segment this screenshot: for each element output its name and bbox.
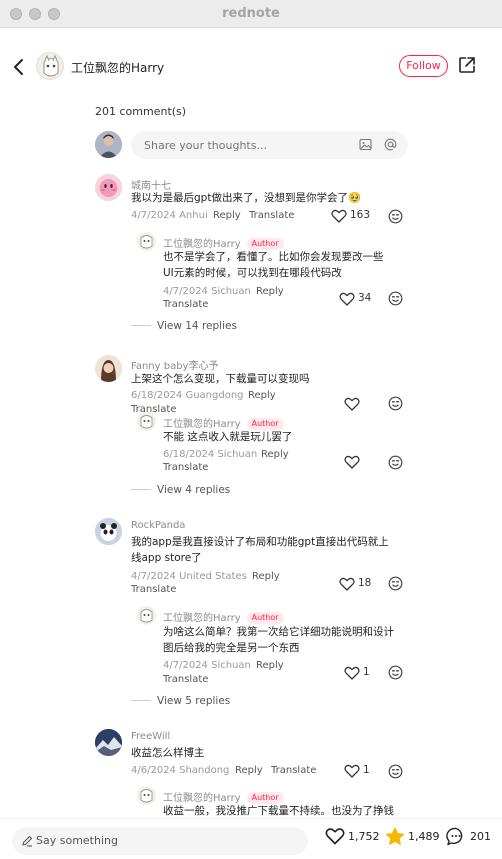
my-avatar	[95, 131, 122, 158]
emoji-react-icon[interactable]	[388, 764, 403, 779]
like-count: 163	[350, 209, 371, 221]
view-replies-link[interactable]: View 4 replies	[131, 484, 230, 496]
commenter-name[interactable]: RockPanda	[131, 520, 185, 531]
reply-author-name[interactable]: 工位飘忽的Harry Author	[163, 415, 284, 430]
follow-button[interactable]: Follow	[399, 55, 448, 77]
reply-button[interactable]: Reply	[261, 449, 289, 460]
heart-icon	[344, 764, 360, 778]
like-count: 34	[358, 292, 372, 304]
reply-text: 为啥这么简单？我第一次给它详细功能说明和设计 图后给我的完全是另一个东西	[163, 626, 394, 654]
emoji-react-icon[interactable]	[388, 576, 403, 591]
back-arrow-icon[interactable]	[12, 58, 26, 76]
emoji-react-icon[interactable]	[388, 665, 403, 680]
bottom-bar: Say something 1,752 1,489 201	[0, 818, 502, 859]
reply-button[interactable]: Reply	[248, 390, 276, 401]
comment-date: 6/18/2024 Guangdong	[131, 390, 244, 401]
heart-icon	[344, 455, 360, 469]
note-favorite-count: 1,489	[408, 830, 440, 843]
window-title: rednote	[222, 6, 280, 21]
reply-button[interactable]: Reply	[235, 765, 263, 776]
commenter-name[interactable]: Fanny baby李心予	[131, 357, 218, 372]
reply-button[interactable]: Reply	[256, 660, 284, 671]
author-name[interactable]: 工位飘忽的Harry	[71, 59, 164, 76]
mention-icon[interactable]	[384, 138, 397, 151]
commenter-avatar[interactable]	[95, 729, 122, 756]
heart-icon	[339, 577, 355, 591]
like-count: 18	[358, 577, 372, 589]
share-icon[interactable]	[458, 56, 476, 74]
window-titlebar: rednote	[0, 0, 502, 28]
heart-icon	[339, 292, 355, 306]
reply-avatar[interactable]	[137, 606, 156, 625]
like-button[interactable]	[344, 396, 360, 412]
note-comment-button[interactable]: 201	[446, 827, 492, 846]
emoji-react-icon[interactable]	[388, 396, 403, 411]
translate-button[interactable]: Translate	[163, 462, 208, 473]
reply-date: 4/7/2024 Sichuan	[163, 660, 251, 671]
heart-icon	[331, 209, 347, 223]
like-button[interactable]	[344, 454, 360, 470]
heart-icon	[344, 397, 360, 411]
like-count: 1	[363, 764, 370, 776]
reply-date: 6/18/2024 Sichuan	[163, 449, 258, 460]
translate-button[interactable]: Translate	[163, 299, 208, 310]
image-icon[interactable]	[359, 138, 372, 151]
star-icon	[385, 827, 405, 845]
reply-button[interactable]: Reply	[256, 286, 284, 297]
emoji-react-icon[interactable]	[388, 455, 403, 470]
comment-date: 4/7/2024 United States	[131, 571, 247, 582]
note-comment-count: 201	[470, 830, 491, 843]
view-replies-link[interactable]: View 14 replies	[131, 320, 237, 332]
commenter-avatar[interactable]	[95, 174, 122, 201]
translate-button[interactable]: Translate	[163, 674, 208, 685]
say-something-label: Say something	[36, 834, 118, 847]
translate-button[interactable]: Translate	[131, 584, 176, 595]
comment-count: 201 comment(s)	[95, 105, 187, 118]
reply-date: 4/7/2024 Sichuan	[163, 286, 251, 297]
reply-button[interactable]: Reply	[213, 210, 241, 221]
comment-bubble-icon	[446, 827, 463, 846]
comment-date: 4/7/2024 Anhui	[131, 210, 208, 221]
heart-icon	[325, 828, 345, 845]
author-avatar[interactable]	[36, 52, 64, 80]
comment-date: 4/6/2024 Shandong	[131, 765, 230, 776]
commenter-avatar[interactable]	[95, 518, 122, 545]
reply-avatar[interactable]	[137, 412, 156, 431]
reply-text: 也不是学会了，看懂了。比如你会发现要改一些 UI元素的时候，可以找到在哪段代码改	[163, 251, 384, 279]
comment-text: 收益怎么样博主	[131, 747, 205, 759]
comment-text: 我的app是我直接设计了布局和功能gpt直接出代码就上 线app store了	[131, 536, 389, 564]
note-header: 工位飘忽的Harry Follow	[0, 28, 502, 108]
view-replies-link[interactable]: View 5 replies	[131, 695, 230, 707]
reply-avatar[interactable]	[137, 786, 156, 805]
translate-button[interactable]: Translate	[131, 404, 176, 415]
note-like-count: 1,752	[348, 830, 380, 843]
note-favorite-button[interactable]: 1,489	[385, 827, 441, 845]
emoji-react-icon[interactable]	[388, 209, 403, 224]
comment-text: 我以为是最后gpt做出来了，没想到是你学会了🥹	[131, 192, 362, 204]
reply-text: 收益一般，我没推广下载量不持续。也没为了挣钱	[163, 805, 394, 817]
commenter-name[interactable]: FreeWill	[131, 731, 170, 742]
comment-text: 上架这个怎么变现，下载量可以变现吗	[131, 373, 310, 385]
reply-button[interactable]: Reply	[252, 571, 280, 582]
commenter-avatar[interactable]	[95, 355, 122, 382]
reply-author-name[interactable]: 工位飘忽的Harry Author	[163, 235, 284, 250]
reply-avatar[interactable]	[137, 232, 156, 251]
translate-button[interactable]: Translate	[249, 210, 294, 221]
say-something-input[interactable]: Say something	[12, 827, 308, 855]
like-count: 1	[363, 666, 370, 678]
pencil-icon	[22, 835, 33, 847]
reply-text: 不能 这点收入就是玩儿罢了	[163, 431, 293, 443]
note-like-button[interactable]: 1,752	[325, 828, 380, 845]
reply-author-name[interactable]: 工位飘忽的Harry Author	[163, 609, 284, 624]
translate-button[interactable]: Translate	[271, 765, 316, 776]
reply-author-name[interactable]: 工位飘忽的Harry Author	[163, 789, 284, 804]
heart-icon	[344, 666, 360, 680]
author-badge: Author	[246, 612, 284, 624]
emoji-react-icon[interactable]	[388, 291, 403, 306]
